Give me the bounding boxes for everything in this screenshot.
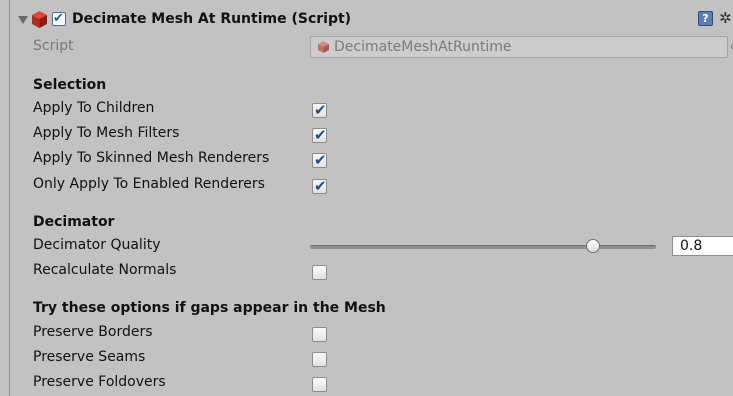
- apply-to-children-label: Apply To Children: [33, 100, 155, 116]
- checkmark-icon: ✔: [314, 101, 327, 119]
- component-header[interactable]: ✔ Decimate Mesh At Runtime (Script) ? ✲: [10, 8, 733, 34]
- script-label: Script: [33, 38, 74, 54]
- apply-to-mesh-filters-checkbox[interactable]: ✔: [312, 126, 327, 144]
- section-gaps-header: Try these options if gaps appear in the …: [33, 300, 386, 316]
- script-cube-icon: [318, 41, 329, 53]
- decimator-quality-slider-thumb[interactable]: [586, 239, 600, 253]
- only-apply-to-enabled-renderers-label: Only Apply To Enabled Renderers: [33, 176, 265, 192]
- checkmark-icon: ✔: [314, 177, 327, 195]
- recalculate-normals-label: Recalculate Normals: [33, 262, 177, 278]
- section-decimator-header: Decimator: [33, 214, 115, 230]
- preserve-foldovers-checkbox[interactable]: [312, 377, 327, 392]
- decimator-quality-value-field[interactable]: 0.8: [672, 236, 733, 256]
- script-field[interactable]: DecimateMeshAtRuntime: [310, 36, 728, 58]
- cube-icon: [32, 11, 47, 28]
- apply-to-skinned-mesh-renderers-checkbox[interactable]: ✔: [312, 151, 327, 169]
- checkmark-icon: ✔: [314, 151, 327, 169]
- section-selection-header: Selection: [33, 77, 107, 93]
- checkmark-icon: ✔: [314, 126, 327, 144]
- apply-to-children-checkbox[interactable]: ✔: [312, 101, 327, 119]
- only-apply-to-enabled-renderers-checkbox[interactable]: ✔: [312, 177, 327, 195]
- component-title: Decimate Mesh At Runtime (Script): [72, 11, 352, 27]
- preserve-borders-checkbox[interactable]: [312, 327, 327, 342]
- foldout-arrow-icon[interactable]: [18, 16, 28, 24]
- checkmark-icon: ✔: [53, 11, 64, 26]
- apply-to-mesh-filters-label: Apply To Mesh Filters: [33, 125, 180, 141]
- preserve-borders-label: Preserve Borders: [33, 324, 153, 340]
- apply-to-skinned-mesh-renderers-label: Apply To Skinned Mesh Renderers: [33, 150, 270, 166]
- component-enabled-checkbox[interactable]: ✔: [52, 11, 66, 26]
- recalculate-normals-checkbox[interactable]: [312, 265, 327, 280]
- decimator-quality-label: Decimator Quality: [33, 237, 161, 253]
- preserve-seams-label: Preserve Seams: [33, 349, 146, 365]
- inspector-panel: ✔ Decimate Mesh At Runtime (Script) ? ✲ …: [9, 0, 733, 396]
- gear-icon[interactable]: ✲: [719, 9, 732, 27]
- preserve-foldovers-label: Preserve Foldovers: [33, 374, 166, 390]
- decimator-quality-slider-track[interactable]: [310, 245, 656, 249]
- help-book-icon[interactable]: ?: [698, 11, 713, 26]
- preserve-seams-checkbox[interactable]: [312, 352, 327, 367]
- script-name: DecimateMeshAtRuntime: [334, 39, 512, 55]
